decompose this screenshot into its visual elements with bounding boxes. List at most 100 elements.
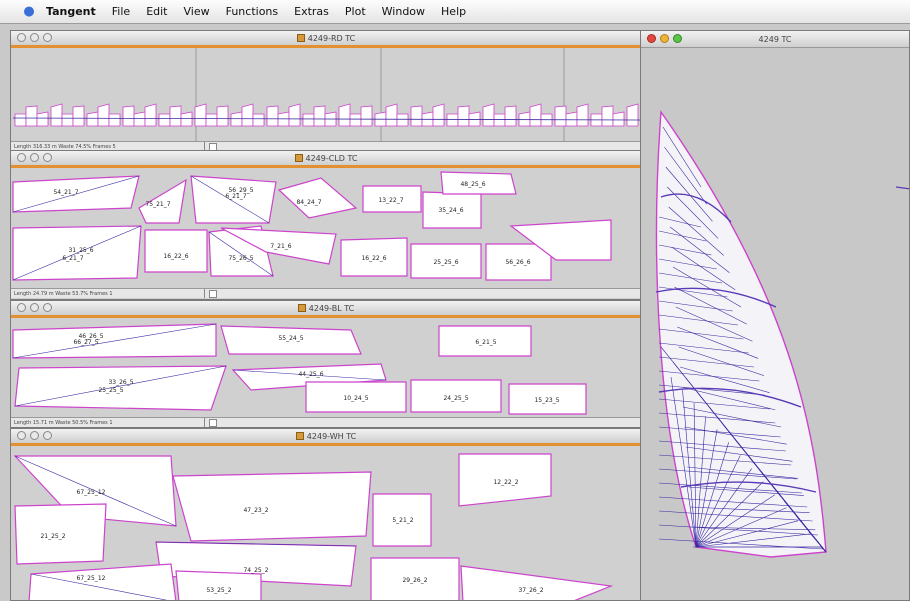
- panel: [172, 471, 372, 542]
- menu-bar: ● Tangent File Edit View Functions Extra…: [0, 0, 910, 24]
- minimize-button[interactable]: [30, 33, 39, 42]
- window-titlebar[interactable]: 4249-WH TC: [11, 429, 641, 444]
- minimize-button[interactable]: [30, 303, 39, 312]
- panel: [25, 105, 38, 127]
- panel: [482, 103, 495, 127]
- menu-help[interactable]: Help: [441, 5, 466, 18]
- apple-menu-icon[interactable]: ●: [18, 4, 40, 19]
- panel: [241, 103, 254, 127]
- window-title: 4249-CLD TC: [305, 153, 358, 163]
- panel-label: 6_21_7: [62, 255, 83, 262]
- zoom-button[interactable]: [43, 33, 52, 42]
- panel-label: 54_21_7: [53, 189, 78, 196]
- panel: [493, 113, 506, 127]
- menu-plot[interactable]: Plot: [345, 5, 366, 18]
- menu-functions[interactable]: Functions: [226, 5, 279, 18]
- menu-view[interactable]: View: [184, 5, 210, 18]
- panel: [518, 111, 531, 127]
- menu-file[interactable]: File: [112, 5, 130, 18]
- nesting-canvas[interactable]: [11, 48, 642, 141]
- zoom-button[interactable]: [43, 303, 52, 312]
- minimize-button[interactable]: [660, 34, 669, 43]
- panel: [144, 103, 157, 127]
- panel-label: 16_22_6: [361, 255, 386, 262]
- panel-label: 12_22_2: [493, 479, 518, 486]
- panel: [36, 111, 49, 127]
- menu-app[interactable]: Tangent: [46, 5, 96, 18]
- panel: [216, 105, 229, 127]
- close-button[interactable]: [17, 431, 26, 440]
- nesting-canvas[interactable]: 46_26_566_27_555_24_56_21_544_25_633_26_…: [11, 318, 642, 417]
- panel: [28, 563, 177, 600]
- minimize-button[interactable]: [30, 431, 39, 440]
- panel-label: 67_25_12: [77, 489, 106, 496]
- close-button[interactable]: [17, 153, 26, 162]
- panel: [529, 103, 542, 127]
- zoom-button[interactable]: [43, 431, 52, 440]
- document-icon: [296, 34, 305, 42]
- status-bar: Length 24.79 m Waste 53.7% Frames 1: [11, 288, 641, 298]
- window-title: 4249-RD TC: [307, 33, 356, 43]
- close-button[interactable]: [17, 303, 26, 312]
- menu-edit[interactable]: Edit: [146, 5, 167, 18]
- window-sail: 4249 TC: [640, 30, 910, 601]
- panel-label: 29_26_2: [402, 577, 427, 584]
- status-text: Length 15.71 m Waste 50.5% Frames 1: [11, 418, 205, 427]
- panel-strip: [12, 103, 641, 127]
- panel-label: 53_25_2: [206, 587, 231, 594]
- nesting-canvas[interactable]: 67_25_12 47_23_2 12_22_2 5_21_2 21_25_2 74_25…: [11, 446, 642, 601]
- panel: [460, 565, 614, 600]
- window-titlebar[interactable]: 4249-RD TC: [11, 31, 641, 46]
- panel-label: 25_25_6: [433, 259, 458, 266]
- menu-window[interactable]: Window: [382, 5, 425, 18]
- panel: [50, 103, 63, 127]
- zoom-button[interactable]: [673, 34, 682, 43]
- sail-3d-view[interactable]: [641, 47, 910, 601]
- panel-label: 6_21_5: [475, 339, 496, 346]
- panel: [180, 111, 193, 127]
- document-icon: [295, 432, 304, 440]
- nesting-canvas[interactable]: 54_21_775_21_756_29_56_21_784_24_7 13_22_…: [11, 168, 642, 288]
- panel-label: 25_25_5: [98, 387, 123, 394]
- minimize-button[interactable]: [30, 153, 39, 162]
- panel: [432, 103, 445, 127]
- status-popup[interactable]: [209, 289, 217, 298]
- close-button[interactable]: [17, 33, 26, 42]
- panel: [72, 105, 85, 127]
- panel: [175, 570, 262, 600]
- panel-label: 67_25_12: [77, 575, 106, 582]
- status-bar: Length 15.71 m Waste 50.5% Frames 1: [11, 417, 641, 427]
- panel-label: 21_25_2: [40, 533, 65, 540]
- panel: [349, 113, 362, 127]
- panel-label: 37_26_2: [518, 587, 543, 594]
- status-popup[interactable]: [209, 418, 217, 427]
- menu-extras[interactable]: Extras: [294, 5, 329, 18]
- close-button[interactable]: [647, 34, 656, 43]
- panel: [158, 113, 171, 127]
- panel: [302, 113, 315, 127]
- panel: [288, 103, 301, 127]
- panel-label: 56_26_6: [505, 259, 530, 266]
- window-titlebar[interactable]: 4249-CLD TC: [11, 151, 641, 166]
- window-title: 4249 TC: [758, 34, 792, 44]
- panel-label: 16_22_6: [163, 253, 188, 260]
- panel: [396, 113, 409, 127]
- zoom-button[interactable]: [43, 153, 52, 162]
- panel: [554, 105, 567, 127]
- panel: [504, 105, 517, 127]
- window-titlebar[interactable]: 4249 TC: [641, 31, 909, 48]
- panel: [360, 105, 373, 127]
- panel: [457, 105, 470, 127]
- panel: [446, 113, 459, 127]
- panel-label: 13_22_7: [378, 197, 403, 204]
- window-titlebar[interactable]: 4249-BL TC: [11, 301, 641, 316]
- panel-label: 48_25_6: [460, 181, 485, 188]
- window-bl: 4249-BL TC 46_26_5 66_27_5 55_24_5 6_21_5 44…: [10, 300, 642, 428]
- panel-label: 10_24_5: [343, 395, 368, 402]
- panel: [468, 111, 481, 127]
- panel: [612, 111, 625, 127]
- panel-label: 35_24_6: [438, 207, 463, 214]
- panel-label: 47_23_2: [243, 507, 268, 514]
- window-title: 4249-BL TC: [308, 303, 355, 313]
- panel: [205, 113, 218, 127]
